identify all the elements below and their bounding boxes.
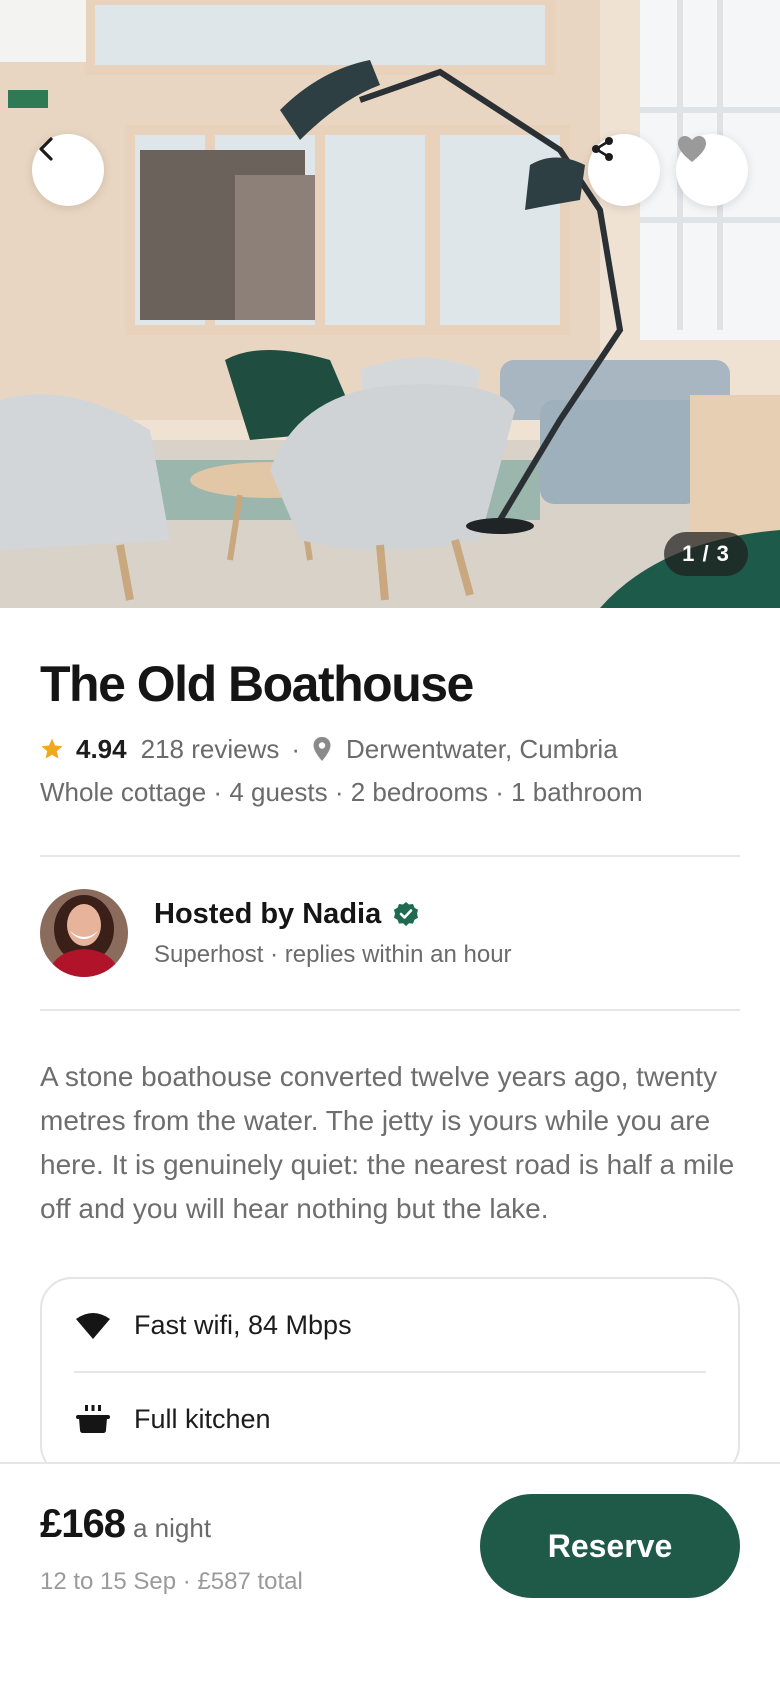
rating-value: 4.94 — [76, 733, 127, 764]
host-info: Hosted by Nadia Superhost · replies with… — [154, 898, 512, 969]
price-row: £168 a night — [40, 1502, 211, 1547]
separator: · — [291, 733, 301, 764]
reserve-button[interactable]: Reserve — [480, 1494, 740, 1598]
price-unit: a night — [132, 1513, 212, 1543]
interior-photo — [0, 0, 780, 608]
nightly-price: £168 — [40, 1502, 126, 1546]
verified-badge-icon — [393, 901, 419, 927]
back-button[interactable] — [32, 134, 104, 206]
reviews-link[interactable]: 218 reviews — [141, 734, 280, 765]
photo-counter: 1 / 3 — [664, 532, 748, 576]
star-icon — [40, 737, 64, 761]
location-text[interactable]: Derwentwater, Cumbria — [346, 734, 618, 765]
listing-description: A stone boathouse converted twelve years… — [40, 1061, 735, 1224]
wifi-icon — [74, 1311, 112, 1339]
pot-icon — [74, 1404, 112, 1434]
location-pin-icon — [312, 736, 332, 762]
share-button[interactable] — [588, 134, 660, 206]
amenity-label: Fast wifi, 84 Mbps — [134, 1309, 352, 1340]
listing-details: The Old Boathouse 4.94 218 reviews · Der… — [40, 608, 740, 1477]
host-avatar[interactable] — [40, 889, 128, 977]
amenities-card[interactable]: Fast wifi, 84 Mbps Full kitchen — [40, 1277, 740, 1477]
amenity-label: Full kitchen — [134, 1403, 271, 1434]
listing-title: The Old Boathouse — [40, 656, 474, 712]
booking-bar: £168 a night 12 to 15 Sep · £587 total R… — [0, 1462, 780, 1688]
listing-summary: Whole cottage · 4 guests · 2 bedrooms · … — [40, 777, 643, 807]
amenity-item: Fast wifi, 84 Mbps — [74, 1279, 706, 1371]
host-subtitle: Superhost · replies within an hour — [154, 940, 512, 968]
divider — [40, 1009, 740, 1011]
host-name: Hosted by Nadia — [154, 897, 382, 930]
hero-photo[interactable]: 1 / 3 — [0, 0, 780, 608]
stay-dates-total[interactable]: 12 to 15 Sep · £587 total — [40, 1568, 303, 1596]
host-section[interactable]: Hosted by Nadia Superhost · replies with… — [40, 857, 740, 1009]
favorite-button[interactable] — [676, 134, 748, 206]
amenity-item: Full kitchen — [74, 1373, 706, 1465]
rating-location-row: 4.94 218 reviews · Derwentwater, Cumbria — [40, 731, 740, 767]
host-name-row: Hosted by Nadia — [154, 898, 512, 931]
